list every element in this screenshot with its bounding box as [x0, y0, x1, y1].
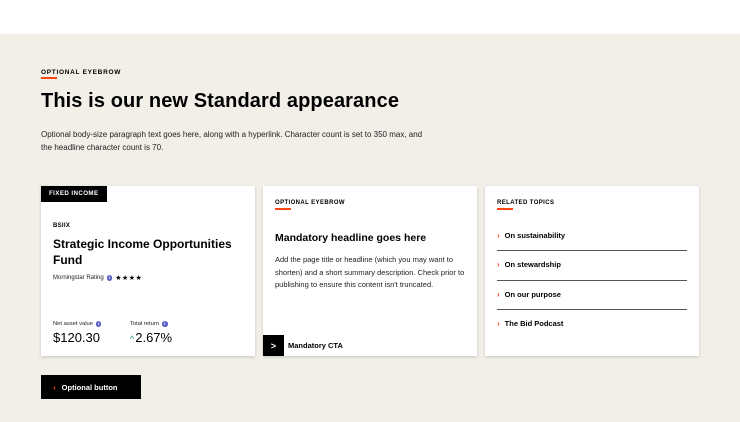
- chevron-right-icon: ›: [497, 319, 500, 328]
- info-icon[interactable]: i: [95, 321, 102, 327]
- topics-eyebrow: RELATED TOPICS: [497, 200, 555, 206]
- eyebrow-accent-line: [497, 208, 513, 210]
- chevron-right-icon: ›: [497, 231, 500, 240]
- cta-label: Mandatory CTA: [288, 341, 343, 350]
- caret-up-icon: ^: [130, 334, 135, 344]
- article-eyebrow: OPTIONAL EYEBROW: [275, 200, 345, 206]
- article-card[interactable]: OPTIONAL EYEBROW Mandatory headline goes…: [263, 186, 477, 356]
- star-rating-icon: ★★★★: [115, 275, 143, 282]
- info-icon[interactable]: i: [106, 275, 113, 281]
- divider: [497, 309, 687, 310]
- fund-ticker: BSIIX: [53, 223, 71, 229]
- nav-label-group: Net asset value i: [53, 321, 102, 327]
- eyebrow-accent-line: [275, 208, 291, 210]
- section-headline: This is our new Standard appearance: [41, 90, 400, 112]
- fund-name[interactable]: Strategic Income Opportunities Fund: [53, 236, 243, 268]
- return-label-group: Total return i: [130, 321, 168, 327]
- article-headline[interactable]: Mandatory headline goes here: [275, 232, 426, 244]
- topic-link-sustainability[interactable]: › On sustainability: [497, 231, 687, 240]
- return-value: 2.67%: [135, 330, 173, 345]
- topic-label: On stewardship: [504, 260, 561, 269]
- fund-card[interactable]: FIXED INCOME BSIIX Strategic Income Oppo…: [41, 186, 255, 356]
- optional-button[interactable]: › Optional button: [41, 375, 141, 399]
- divider: [497, 280, 687, 281]
- info-icon[interactable]: i: [162, 321, 168, 327]
- rating-label: Morningstar Rating: [53, 275, 104, 281]
- article-summary: Add the page title or headline (which yo…: [275, 255, 465, 289]
- return-value-group: ^2.67%: [130, 330, 172, 345]
- topic-link-podcast[interactable]: › The Bid Podcast: [497, 319, 687, 328]
- return-label: Total return: [130, 321, 159, 327]
- chevron-right-icon: >: [263, 335, 284, 356]
- section-eyebrow: OPTIONAL EYEBROW: [41, 69, 122, 76]
- chevron-right-icon: ›: [497, 290, 500, 299]
- fund-category-tag: FIXED INCOME: [41, 186, 107, 202]
- eyebrow-accent-line: [41, 77, 57, 79]
- chevron-right-icon: ›: [53, 382, 56, 392]
- section-body-text: Optional body-size paragraph text goes h…: [41, 130, 423, 152]
- optional-button-label: Optional button: [61, 382, 118, 392]
- topic-link-purpose[interactable]: › On our purpose: [497, 290, 687, 299]
- divider: [497, 250, 687, 251]
- chevron-right-icon: ›: [497, 260, 500, 269]
- morningstar-rating: Morningstar Rating i ★★★★: [53, 274, 142, 282]
- topic-label: On our purpose: [504, 290, 561, 299]
- topic-label: The Bid Podcast: [504, 319, 564, 328]
- topic-label: On sustainability: [504, 231, 566, 240]
- topic-link-stewardship[interactable]: › On stewardship: [497, 260, 687, 269]
- nav-label: Net asset value: [53, 321, 93, 327]
- mandatory-cta-link[interactable]: > Mandatory CTA: [263, 335, 343, 356]
- nav-value: $120.30: [53, 330, 100, 345]
- top-bar: [0, 0, 740, 34]
- related-topics-card: RELATED TOPICS › On sustainability › On …: [485, 186, 699, 356]
